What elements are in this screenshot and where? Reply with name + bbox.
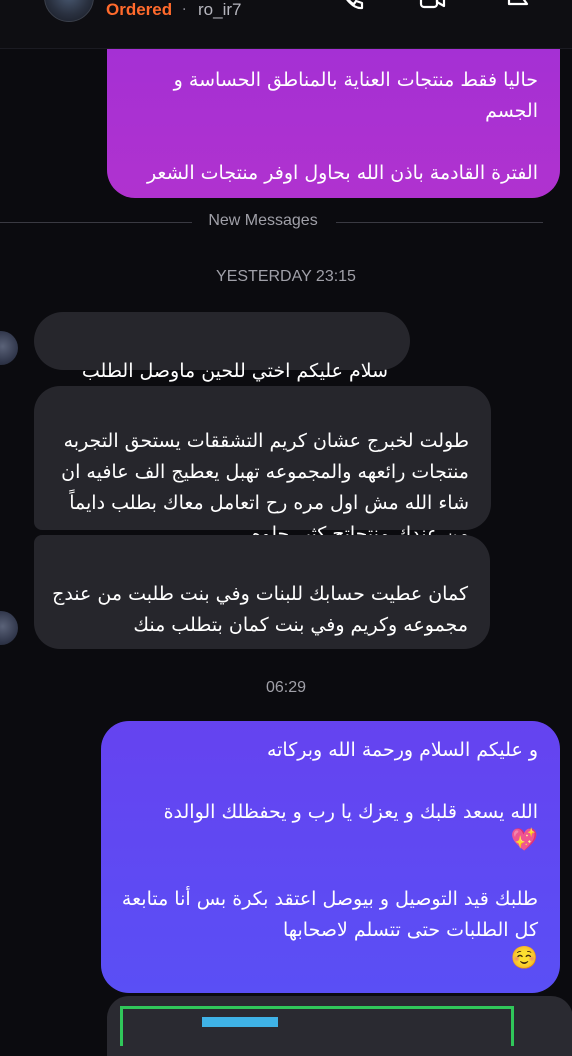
message-text: حاليا فقط منتجات العناية بالمناطق الحساس…	[146, 69, 538, 184]
message-paragraph: الله يسعد قلبك و يعزك يا رب و يحفظلك الو…	[163, 801, 538, 823]
chat-header: Ordered · ro_ir7	[0, 0, 572, 49]
new-messages-label: New Messages	[208, 212, 318, 229]
sparkling-heart-emoji: 💖	[510, 828, 538, 853]
separator-line-left	[0, 222, 192, 223]
phone-icon[interactable]	[338, 0, 366, 14]
incoming-message[interactable]: سلام عليكم اختي للحين ماوصل الطلب	[34, 312, 410, 382]
message-text: طولت لخبرج عشان كريم التشققات يستحق التج…	[61, 430, 469, 545]
sender-avatar[interactable]	[0, 331, 18, 365]
video-call-icon[interactable]	[418, 0, 446, 14]
outgoing-message[interactable]: و عليكم السلام ورحمة الله وبركاته الله ي…	[101, 721, 560, 993]
message-text: كمان عطيت حسابك للبنات وفي بنت طلبت من ع…	[52, 583, 468, 636]
message-paragraph: طلبك قيد التوصيل و بيوصل اعتقد بكرة بس أ…	[121, 888, 538, 941]
flag-icon[interactable]	[504, 0, 532, 14]
shared-post-thumbnail	[202, 1017, 278, 1027]
message-text: سلام عليكم اختي للحين ماوصل الطلب	[81, 360, 388, 382]
incoming-message[interactable]: طولت لخبرج عشان كريم التشققات يستحق التج…	[34, 386, 491, 545]
shared-post-preview	[120, 1006, 514, 1046]
separator-line-right	[336, 222, 543, 223]
order-status: Ordered	[106, 0, 173, 19]
timestamp: YESTERDAY 23:15	[216, 268, 356, 285]
incoming-message[interactable]: كمان عطيت حسابك للبنات وفي بنت طلبت من ع…	[34, 535, 490, 649]
header-separator: ·	[182, 2, 187, 18]
smiling-face-emoji: ☺️	[510, 946, 538, 971]
timestamp: 06:29	[265, 679, 307, 696]
sender-avatar[interactable]	[0, 611, 18, 645]
message-paragraph: و عليكم السلام ورحمة الله وبركاته	[266, 739, 538, 761]
contact-username[interactable]: ro_ir7	[198, 0, 241, 20]
contact-avatar[interactable]	[44, 0, 94, 22]
